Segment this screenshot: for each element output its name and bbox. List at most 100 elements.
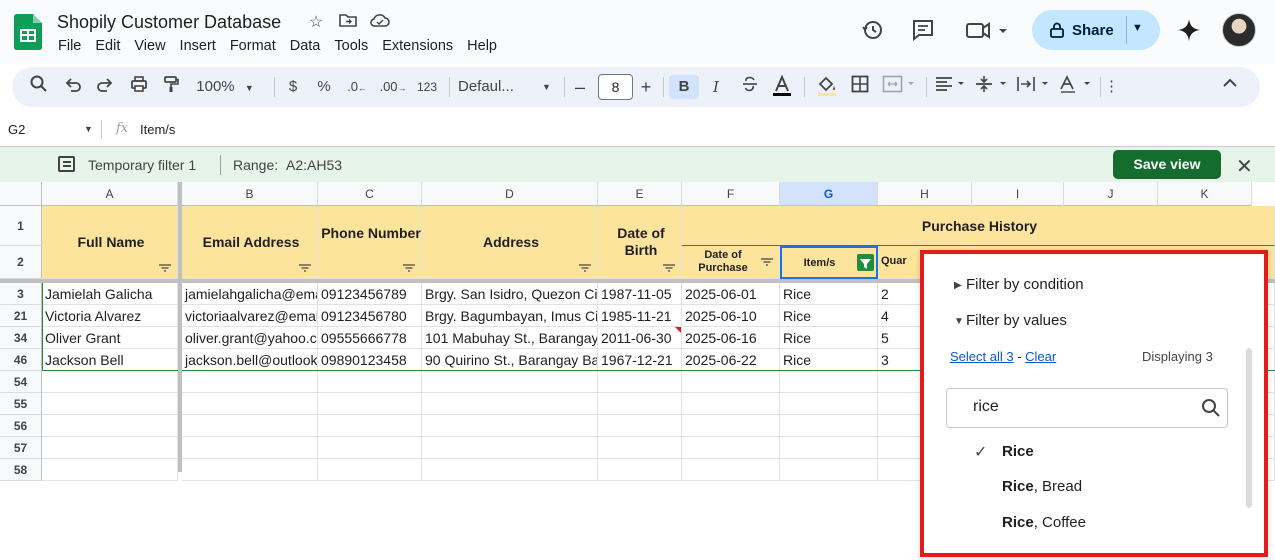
table-cell[interactable]: 2025-06-22 xyxy=(682,349,780,371)
decrease-decimal-button[interactable]: .0← xyxy=(344,75,370,99)
table-cell[interactable]: Oliver Grant xyxy=(42,327,178,349)
print-icon[interactable] xyxy=(128,75,150,99)
table-cell[interactable] xyxy=(42,459,178,481)
filter-icon[interactable] xyxy=(403,264,415,272)
redo-icon[interactable] xyxy=(94,75,116,99)
row-header[interactable]: 57 xyxy=(0,437,42,459)
row-header[interactable]: 3 xyxy=(0,283,42,305)
header-phone[interactable]: Phone Number xyxy=(318,206,422,279)
column-header-d[interactable]: D xyxy=(422,182,598,206)
filter-search-input[interactable]: rice xyxy=(946,388,1228,428)
text-color-icon[interactable] xyxy=(770,74,794,99)
move-folder-icon[interactable] xyxy=(338,12,358,33)
table-cell[interactable] xyxy=(598,415,682,437)
menu-data[interactable]: Data xyxy=(290,38,321,54)
decrease-font-size-button[interactable]: – xyxy=(570,75,590,99)
row-header-2[interactable]: 2 xyxy=(0,246,42,279)
star-icon[interactable]: ☆ xyxy=(306,12,326,33)
table-cell[interactable] xyxy=(182,459,318,481)
select-all-link[interactable]: Select all 3 xyxy=(950,349,1014,364)
table-cell[interactable]: 09123456789 xyxy=(318,283,422,305)
column-header-b[interactable]: B xyxy=(182,182,318,206)
name-box[interactable]: G2 xyxy=(8,122,25,137)
table-cell[interactable]: Rice xyxy=(780,283,878,305)
menu-format[interactable]: Format xyxy=(230,38,276,54)
table-cell[interactable]: 1987-11-05 xyxy=(598,283,682,305)
text-rotation-icon[interactable] xyxy=(1058,75,1096,99)
table-cell[interactable]: jamielahgalicha@ema xyxy=(182,283,318,305)
menu-help[interactable]: Help xyxy=(467,38,497,54)
column-header-f[interactable]: F xyxy=(682,182,780,206)
expand-arrow-icon[interactable]: ▶ xyxy=(954,280,962,291)
filter-by-values[interactable]: Filter by values xyxy=(966,312,1067,329)
table-cell[interactable]: 09890123458 xyxy=(318,349,422,371)
table-cell[interactable] xyxy=(682,393,780,415)
save-view-button[interactable]: Save view xyxy=(1113,150,1221,179)
table-cell[interactable] xyxy=(598,393,682,415)
row-header[interactable]: 55 xyxy=(0,393,42,415)
table-cell[interactable]: 90 Quirino St., Barangay Ba xyxy=(422,349,598,371)
table-cell[interactable]: oliver.grant@yahoo.cc xyxy=(182,327,318,349)
table-cell[interactable] xyxy=(598,459,682,481)
horizontal-align-icon[interactable] xyxy=(934,75,970,99)
range-value[interactable]: A2:AH53 xyxy=(286,157,342,173)
sheets-logo-icon[interactable] xyxy=(14,14,42,50)
document-title[interactable]: Shopily Customer Database xyxy=(57,12,281,33)
filter-icon[interactable] xyxy=(663,264,675,272)
font-family-select[interactable]: Defaul... ▼ xyxy=(458,75,558,99)
menu-tools[interactable]: Tools xyxy=(334,38,368,54)
column-header-h[interactable]: H xyxy=(878,182,972,206)
header-full-name[interactable]: Full Name xyxy=(42,206,178,279)
cloud-status-icon[interactable] xyxy=(370,12,390,33)
table-cell[interactable]: victoriaalvarez@emai xyxy=(182,305,318,327)
table-cell[interactable]: Brgy. San Isidro, Quezon Cit xyxy=(422,283,598,305)
table-cell[interactable] xyxy=(182,415,318,437)
column-header-c[interactable]: C xyxy=(318,182,422,206)
checkmark-icon[interactable]: ✓ xyxy=(974,442,987,462)
table-cell[interactable]: 2025-06-01 xyxy=(682,283,780,305)
table-cell[interactable]: 09123456780 xyxy=(318,305,422,327)
menu-insert[interactable]: Insert xyxy=(180,38,216,54)
table-cell[interactable] xyxy=(682,459,780,481)
active-filter-icon[interactable] xyxy=(857,254,874,271)
table-cell[interactable] xyxy=(318,371,422,393)
table-cell[interactable] xyxy=(318,415,422,437)
column-header-a[interactable]: A xyxy=(42,182,178,206)
table-cell[interactable] xyxy=(42,393,178,415)
more-formats-button[interactable]: 123 xyxy=(414,75,440,99)
fill-color-icon[interactable] xyxy=(814,75,840,99)
table-cell[interactable] xyxy=(682,371,780,393)
table-cell[interactable]: Victoria Alvarez xyxy=(42,305,178,327)
table-cell[interactable] xyxy=(182,371,318,393)
menu-extensions[interactable]: Extensions xyxy=(382,38,453,54)
panel-scrollbar[interactable] xyxy=(1246,348,1252,508)
header-date-of-purchase[interactable]: Date of Purchase xyxy=(682,246,780,279)
table-cell[interactable]: 09555666778 xyxy=(318,327,422,349)
filter-by-condition[interactable]: Filter by condition xyxy=(966,276,1084,293)
version-history-icon[interactable] xyxy=(860,18,884,42)
meet-icon[interactable] xyxy=(965,18,1009,42)
header-email[interactable]: Email Address xyxy=(182,206,318,279)
table-cell[interactable] xyxy=(598,371,682,393)
table-cell[interactable] xyxy=(682,415,780,437)
more-options-icon[interactable]: ⋮ xyxy=(1104,75,1119,99)
font-size-input[interactable]: 8 xyxy=(598,74,633,100)
table-cell[interactable] xyxy=(318,459,422,481)
frozen-column-divider[interactable] xyxy=(178,182,182,472)
filter-value-rice[interactable]: Rice xyxy=(1002,443,1034,460)
row-header[interactable]: 34 xyxy=(0,327,42,349)
formula-input[interactable]: Item/s xyxy=(140,122,175,137)
column-header-g[interactable]: G xyxy=(780,182,878,206)
share-button[interactable]: Share ▼ xyxy=(1032,10,1160,50)
paint-format-icon[interactable] xyxy=(160,75,182,99)
strikethrough-icon[interactable] xyxy=(739,75,761,99)
header-dob[interactable]: Date of Birth xyxy=(598,206,682,279)
currency-format-button[interactable]: $ xyxy=(284,75,302,99)
table-cell[interactable] xyxy=(318,393,422,415)
vertical-align-icon[interactable] xyxy=(974,75,1012,99)
percent-format-button[interactable]: % xyxy=(315,75,333,99)
gemini-icon[interactable] xyxy=(1177,18,1201,42)
clear-link[interactable]: Clear xyxy=(1025,349,1056,364)
table-cell[interactable] xyxy=(422,415,598,437)
row-header[interactable]: 56 xyxy=(0,415,42,437)
